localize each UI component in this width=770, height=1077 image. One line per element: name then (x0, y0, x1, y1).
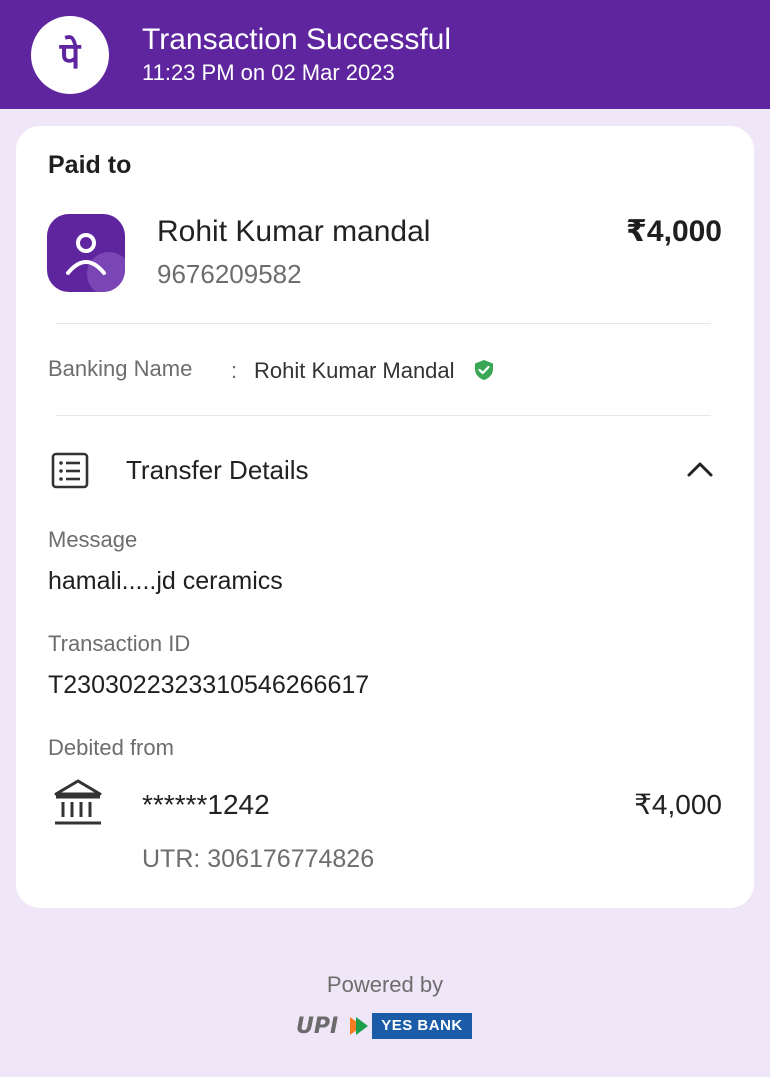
debit-account-number: ******1242 (142, 789, 270, 820)
message-value: hamali.....jd ceramics (48, 567, 283, 595)
paid-amount: ₹4,000 (626, 215, 722, 248)
paid-to-label: Paid to (48, 151, 132, 179)
message-label: Message (48, 527, 138, 552)
debit-amount: ₹4,000 (634, 789, 722, 820)
utr-number[interactable]: UTR: 306176774826 (142, 844, 374, 874)
phonepe-logo: पे (31, 16, 109, 94)
svg-text:UPI: UPI (296, 1014, 338, 1039)
banking-name-label: Banking Name (48, 356, 193, 381)
upi-logo: UPI (296, 1014, 368, 1039)
debited-from-label: Debited from (48, 735, 174, 760)
divider (56, 323, 711, 324)
payee-phone: 9676209582 (157, 259, 302, 289)
banking-name-separator: : (231, 358, 238, 383)
transaction-timestamp: 11:23 PM on 02 Mar 2023 (142, 60, 395, 85)
verified-shield-icon (475, 360, 493, 380)
transaction-id-label: Transaction ID (48, 631, 191, 656)
transaction-id-value[interactable]: T2303022323310546266617 (48, 670, 369, 700)
payee-name: Rohit Kumar mandal (157, 215, 431, 248)
payee-avatar (47, 214, 125, 292)
header-bar: पे Transaction Successful 11:23 PM on 02… (0, 0, 770, 109)
bank-icon (54, 779, 102, 825)
transaction-card: Paid to Rohit Kumar mandal 9676209582 ₹4… (16, 126, 754, 908)
svg-text:पे: पे (59, 35, 82, 77)
transaction-status-title: Transaction Successful (142, 23, 452, 56)
yes-bank-logo: YES BANK (372, 1013, 472, 1039)
banking-name-value: Rohit Kumar Mandal (254, 358, 455, 383)
phonepe-logo-glyph: पे (59, 35, 82, 77)
receipt-list-icon (51, 452, 89, 489)
powered-by-label: Powered by (326, 972, 444, 997)
person-icon (66, 233, 125, 292)
chevron-up-icon[interactable] (684, 457, 716, 481)
divider (56, 415, 711, 416)
transfer-details-title[interactable]: Transfer Details (126, 454, 309, 486)
